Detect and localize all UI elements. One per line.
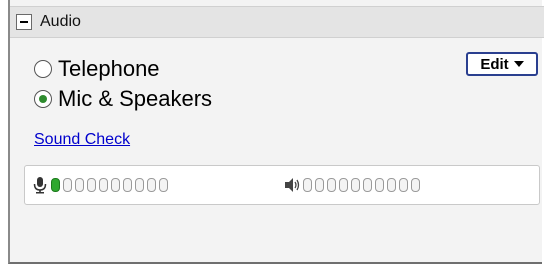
audio-panel: Audio Telephone Mic & Speakers Edit Soun… [8, 0, 544, 264]
mic-speakers-label: Mic & Speakers [58, 86, 213, 111]
mic-speakers-option[interactable]: Mic & Speakers [34, 86, 212, 112]
level-segment [351, 178, 360, 192]
level-segment [387, 178, 396, 192]
sound-check-link[interactable]: Sound Check [34, 131, 130, 149]
level-segment [75, 178, 84, 192]
level-segment [87, 178, 96, 192]
level-segment [135, 178, 144, 192]
level-segment [327, 178, 336, 192]
level-segment [303, 178, 312, 192]
level-segment [147, 178, 156, 192]
caret-down-icon [513, 61, 524, 67]
telephone-radio[interactable] [34, 60, 52, 78]
level-segment [99, 178, 108, 192]
level-segment [159, 178, 168, 192]
edit-button[interactable]: Edit [466, 52, 538, 76]
level-segment [375, 178, 384, 192]
level-segment [399, 178, 408, 192]
minus-icon [20, 21, 28, 23]
section-title: Audio [40, 13, 81, 30]
microphone-meter [31, 166, 171, 204]
speaker-level-bar [303, 178, 423, 192]
level-segment [339, 178, 348, 192]
mic-speakers-radio[interactable] [34, 90, 52, 108]
edit-button-label: Edit [480, 55, 509, 73]
level-segment [315, 178, 324, 192]
telephone-option[interactable]: Telephone [34, 56, 160, 82]
level-segment [63, 178, 72, 192]
speaker-meter [283, 166, 423, 204]
microphone-icon [33, 177, 47, 194]
level-segment [51, 178, 60, 192]
microphone-level-bar [51, 178, 171, 192]
level-segment [363, 178, 372, 192]
radio-selected-dot [39, 95, 47, 103]
telephone-label: Telephone [58, 56, 160, 81]
level-segment [111, 178, 120, 192]
level-segment [123, 178, 132, 192]
speaker-icon [285, 178, 300, 192]
collapse-button[interactable] [16, 14, 32, 30]
audio-level-meters [24, 165, 540, 205]
level-segment [411, 178, 420, 192]
audio-section-header[interactable]: Audio [10, 6, 544, 38]
